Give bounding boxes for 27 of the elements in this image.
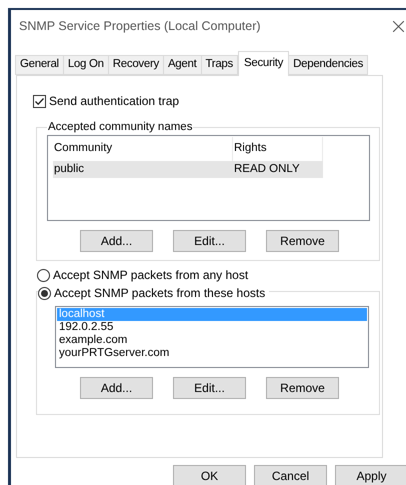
tab[interactable]: Agent [162,55,202,75]
tab[interactable]: Dependencies [288,55,368,75]
dialog-button[interactable]: Cancel [254,465,327,485]
list-item[interactable]: yourPRTGserver.com [57,347,367,360]
group-title: Accepted community names [47,120,194,134]
window-title: SNMP Service Properties (Local Computer) [19,18,261,35]
dialog-button[interactable]: Remove [266,230,339,252]
tab[interactable]: Log On [62,55,109,75]
dialog-button[interactable]: Edit... [173,230,246,252]
dialog-button[interactable]: Edit... [173,377,246,399]
dialog-button[interactable]: OK [173,465,246,485]
dialog-button[interactable]: Add... [80,377,153,399]
radio-label: Accept SNMP packets from these hosts [54,285,266,302]
table-cell-text: READ ONLY [233,162,301,177]
checkbox-label: Send authentication trap [49,93,180,110]
tab[interactable]: General [15,55,64,75]
list-item[interactable]: example.com [57,334,367,347]
radio-label: Accept SNMP packets from any host [53,267,248,284]
tab[interactable]: Security [238,51,290,76]
list-row[interactable]: public READ ONLY [53,161,323,178]
tab[interactable]: Recovery [108,55,164,75]
dialog-button[interactable]: Remove [266,377,339,399]
list-item[interactable]: 192.0.2.55 [57,321,367,334]
dialog-button[interactable]: Apply [335,465,406,485]
tab[interactable]: Traps [200,55,238,75]
table-cell-text: public [53,162,86,177]
dialog-button[interactable]: Add... [80,230,153,252]
